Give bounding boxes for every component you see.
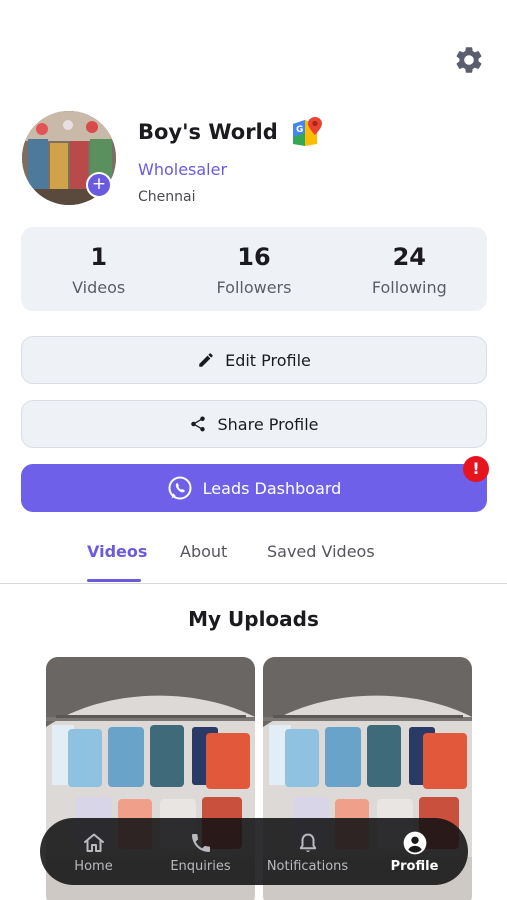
- nav-notifications-label: Notifications: [266, 858, 349, 874]
- nav-home-label: Home: [74, 858, 113, 874]
- stat-value: 1: [90, 242, 108, 271]
- profile-city: Chennai: [138, 189, 196, 205]
- leads-dashboard-label: Leads Dashboard: [202, 478, 342, 498]
- nav-home[interactable]: Home: [40, 830, 147, 874]
- profile-tabs: Videos About Saved Videos: [0, 530, 507, 584]
- stats-card: 1 Videos 16 Followers 24 Following: [21, 227, 487, 311]
- google-maps-icon[interactable]: G: [290, 115, 324, 149]
- stat-value: 16: [237, 242, 271, 271]
- tab-saved-videos[interactable]: Saved Videos: [267, 542, 375, 561]
- svg-text:G: G: [296, 125, 303, 135]
- tab-videos[interactable]: Videos: [87, 542, 147, 561]
- stat-following[interactable]: 24 Following: [332, 227, 487, 311]
- nav-notifications[interactable]: Notifications: [254, 830, 361, 874]
- nav-profile[interactable]: Profile: [361, 830, 468, 874]
- tab-about[interactable]: About: [180, 542, 227, 561]
- home-icon: [81, 830, 107, 856]
- profile-role[interactable]: Wholesaler: [138, 160, 227, 179]
- share-profile-label: Share Profile: [217, 414, 319, 434]
- nav-enquiries[interactable]: Enquiries: [147, 830, 254, 874]
- whatsapp-icon: [167, 475, 193, 501]
- stat-label: Followers: [216, 277, 292, 297]
- user-icon: [402, 830, 428, 856]
- nav-profile-label: Profile: [390, 858, 439, 874]
- stat-label: Videos: [72, 277, 126, 297]
- stat-value: 24: [392, 242, 427, 271]
- profile-name: Boy's World: [138, 120, 278, 144]
- alert-badge: !: [463, 456, 489, 482]
- bell-icon: [295, 830, 321, 856]
- bottom-nav: Home Enquiries Notifications Profile: [40, 818, 468, 885]
- share-icon: [189, 415, 207, 433]
- edit-profile-label: Edit Profile: [225, 350, 311, 370]
- stat-label: Following: [371, 277, 447, 297]
- profile-header: Boy's World G: [138, 115, 324, 149]
- stat-videos[interactable]: 1 Videos: [21, 227, 176, 311]
- nav-enquiries-label: Enquiries: [170, 858, 231, 874]
- settings-button[interactable]: [451, 42, 487, 78]
- stat-followers[interactable]: 16 Followers: [176, 227, 331, 311]
- gear-icon: [456, 47, 482, 73]
- edit-profile-button[interactable]: Edit Profile: [21, 336, 487, 384]
- share-profile-button[interactable]: Share Profile: [21, 400, 487, 448]
- add-photo-button[interactable]: +: [86, 172, 112, 198]
- pencil-icon: [197, 351, 215, 369]
- active-tab-indicator: [87, 579, 141, 582]
- uploads-title: My Uploads: [188, 607, 319, 631]
- leads-dashboard-button[interactable]: Leads Dashboard: [21, 464, 487, 512]
- phone-icon: [188, 830, 214, 856]
